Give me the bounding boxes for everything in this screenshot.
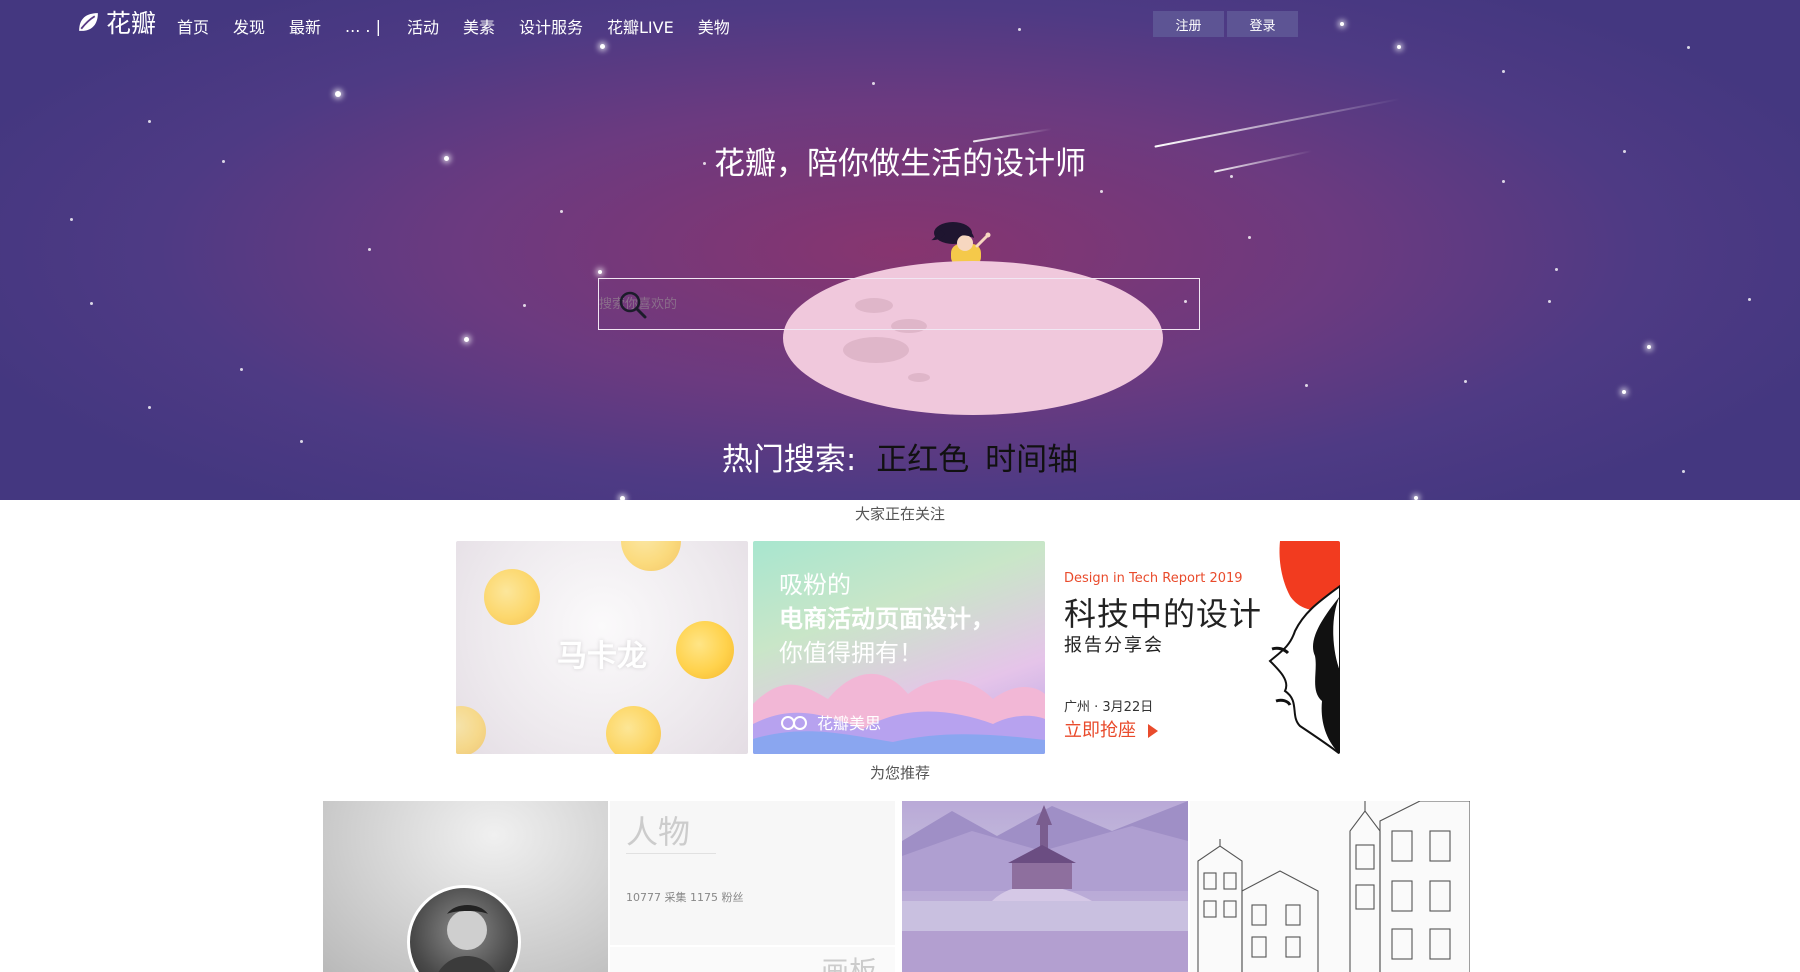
search-icon[interactable] <box>618 290 648 320</box>
petal-brand-icon <box>781 716 807 730</box>
star <box>1464 380 1467 383</box>
banner-macaron[interactable]: 马卡龙 <box>456 541 748 754</box>
star <box>1414 496 1418 500</box>
nav-more[interactable]: ... . | <box>345 17 381 36</box>
macaron-ball <box>606 706 661 754</box>
hot-search-term[interactable]: 正红色 <box>876 442 969 478</box>
star <box>240 368 243 371</box>
nav-meisu[interactable]: 美素 <box>463 14 495 38</box>
hot-searches: 热门搜索: 正红色 时间轴 <box>0 434 1800 479</box>
star <box>620 496 625 500</box>
board-sub-panel: 画板 <box>610 945 895 972</box>
section-title-recommend: 为您推荐 <box>869 764 930 782</box>
star <box>335 91 341 97</box>
recommend-person-tile[interactable] <box>323 801 608 972</box>
moon-crater <box>908 373 930 382</box>
moon-crater <box>843 337 909 363</box>
hills-illustration <box>753 673 1045 754</box>
star <box>523 304 526 307</box>
star <box>1748 298 1751 301</box>
nav-latest[interactable]: 最新 <box>289 14 321 38</box>
recommend-lake-tile[interactable] <box>902 801 1188 972</box>
banner-dit-cta-text: 立即抢座 <box>1064 720 1136 741</box>
login-button[interactable]: 登录 <box>1227 11 1298 37</box>
banner-design-in-tech[interactable]: Design in Tech Report 2019 科技中的设计 报告分享会 … <box>1048 541 1340 754</box>
banner-dit-date: 广州 · 3月22日 <box>1064 700 1154 715</box>
lake-castle-image <box>902 801 1188 972</box>
hero-section: 花瓣 首页 发现 最新 ... . | 活动 美素 设计服务 花瓣LIVE 美物… <box>0 0 1800 500</box>
star <box>368 248 371 251</box>
section-title-trending: 大家正在关注 <box>854 505 945 523</box>
star <box>1502 70 1505 73</box>
star <box>148 120 151 123</box>
star <box>598 270 602 274</box>
macaron-ball <box>456 706 486 754</box>
register-button[interactable]: 注册 <box>1153 11 1224 37</box>
star <box>1647 345 1651 349</box>
recommend-sketch-tile[interactable] <box>1190 801 1470 972</box>
main-nav: 首页 发现 最新 ... . | 活动 美素 设计服务 花瓣LIVE 美物 <box>177 14 754 38</box>
star <box>1397 45 1401 49</box>
logo[interactable]: 花瓣 <box>76 4 156 40</box>
banner-ecommerce[interactable]: 吸粉的 电商活动页面设计， 你值得拥有！ 花瓣美思 <box>753 541 1045 754</box>
star <box>148 406 151 409</box>
divider <box>626 853 716 854</box>
star <box>1100 190 1103 193</box>
petal-logo-icon <box>79 12 98 31</box>
play-arrow-icon <box>1147 724 1158 738</box>
star <box>600 44 605 49</box>
star <box>1548 300 1551 303</box>
star <box>872 82 875 85</box>
face-illustration <box>1268 541 1340 754</box>
board-sub-title: 画板 <box>820 955 877 972</box>
building-sketch-image <box>1197 801 1470 972</box>
girl-illustration <box>931 222 991 266</box>
star <box>1305 384 1308 387</box>
nav-discover[interactable]: 发现 <box>233 14 265 38</box>
board-stats: 10777 采集 1175 粉丝 <box>626 891 744 904</box>
star <box>1340 22 1344 26</box>
avatar <box>407 885 521 972</box>
banner-ecommerce-line2: 电商活动页面设计， <box>779 605 995 633</box>
banner-ecommerce-brand: 花瓣美思 <box>779 710 881 734</box>
banner-ecommerce-line1: 吸粉的 <box>779 571 851 599</box>
nav-home[interactable]: 首页 <box>177 14 209 38</box>
star <box>1018 28 1021 31</box>
nav-activity[interactable]: 活动 <box>407 14 439 38</box>
person-silhouette-icon <box>438 905 496 972</box>
nav-meiwu[interactable]: 美物 <box>698 14 730 38</box>
banner-dit-desc: 报告分享会 <box>1064 635 1164 656</box>
recommend-board-tile[interactable]: 人物 10777 采集 1175 粉丝 画板 <box>610 801 895 972</box>
auth-buttons: 注册 登录 <box>1153 11 1298 37</box>
star <box>1622 390 1626 394</box>
star <box>560 210 563 213</box>
macaron-ball <box>484 569 540 625</box>
banner-dit-subtitle: Design in Tech Report 2019 <box>1064 571 1243 586</box>
macaron-ball <box>621 541 681 571</box>
banner-dit-cta[interactable]: 立即抢座 <box>1064 716 1158 742</box>
banner-dit-title: 科技中的设计 <box>1064 595 1263 633</box>
hot-search-term[interactable]: 时间轴 <box>985 442 1078 478</box>
board-title: 人物 <box>626 813 691 851</box>
hot-search-label: 热门搜索: <box>721 442 857 478</box>
logo-text: 花瓣 <box>106 9 157 38</box>
banner-macaron-text: 马卡龙 <box>557 639 647 674</box>
search-box <box>598 278 1200 330</box>
banner-ecommerce-brand-text: 花瓣美思 <box>817 714 882 733</box>
hero-headline: 花瓣，陪你做生活的设计师 <box>714 146 1086 182</box>
star <box>70 218 73 221</box>
star <box>1687 46 1690 49</box>
star <box>1555 268 1558 271</box>
search-input[interactable] <box>599 279 1199 329</box>
star <box>464 337 469 342</box>
nav-live[interactable]: 花瓣LIVE <box>607 14 674 38</box>
nav-design-service[interactable]: 设计服务 <box>519 14 583 38</box>
star <box>90 302 93 305</box>
star <box>1248 236 1251 239</box>
